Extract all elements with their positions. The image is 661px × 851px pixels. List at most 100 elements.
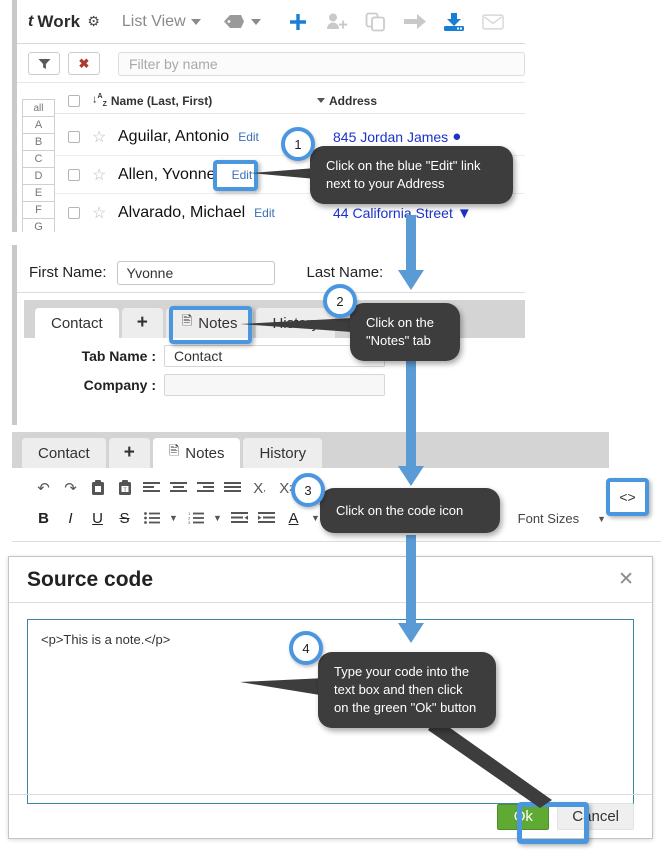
outdent-icon[interactable] xyxy=(226,506,253,530)
tab-history[interactable]: History xyxy=(243,438,323,468)
filter-toolbar: ✖ Filter by name xyxy=(17,45,525,83)
company-input[interactable] xyxy=(164,373,385,396)
map-pin-icon[interactable]: ● xyxy=(452,128,461,145)
code-icon: <> xyxy=(619,489,636,505)
editor-toolbar-row-2: B I U S ▼ 123 ▼ A ▼ xyxy=(30,506,324,530)
caret-down-icon[interactable]: ▼ xyxy=(165,506,182,530)
app-header: t Work ⚙ List View xyxy=(17,0,525,44)
row-checkbox[interactable] xyxy=(55,168,92,181)
envelope-icon[interactable] xyxy=(481,11,504,33)
alpha-letter-e[interactable]: E xyxy=(22,184,55,201)
subscript-icon[interactable]: X, xyxy=(246,476,273,500)
alpha-letter-all[interactable]: all xyxy=(22,99,55,116)
font-sizes-dropdown[interactable]: Font Sizes ▼ xyxy=(518,511,606,526)
italic-icon[interactable]: I xyxy=(57,506,84,530)
column-header-address-label: Address xyxy=(329,93,378,108)
first-name-input[interactable]: Yvonne xyxy=(116,260,275,285)
superscript-x: X xyxy=(279,479,290,497)
favorite-star-icon[interactable]: ☆ xyxy=(92,165,110,185)
callout-step-3: Click on the code icon xyxy=(320,488,500,533)
align-justify-icon[interactable] xyxy=(219,476,246,500)
flow-arrow-2 xyxy=(398,358,424,486)
alpha-letter-c[interactable]: C xyxy=(22,150,55,167)
select-all-checkbox[interactable] xyxy=(55,94,92,107)
gear-icon[interactable]: ⚙ xyxy=(87,13,100,30)
favorite-star-icon[interactable]: ☆ xyxy=(92,203,110,223)
callout-1-line1: Click on the blue "Edit" link xyxy=(326,158,481,173)
editor-toolbar-row-1: ↶ ↷ T X, X2 xyxy=(30,476,300,500)
tab-add-button[interactable]: + xyxy=(108,438,150,468)
filter-input[interactable]: Filter by name xyxy=(118,51,525,76)
paste-icon[interactable] xyxy=(84,476,111,500)
tab-notes-label: Notes xyxy=(185,444,225,462)
column-header-name[interactable]: ↓AZ Name (Last, First) xyxy=(92,93,317,108)
plus-icon[interactable] xyxy=(287,11,309,33)
row-address[interactable]: 44 California Street xyxy=(333,205,453,221)
alpha-letter-d[interactable]: D xyxy=(22,167,55,184)
add-user-icon[interactable] xyxy=(326,11,348,33)
tab-contact[interactable]: Contact xyxy=(22,438,106,468)
alpha-letter-a[interactable]: A xyxy=(22,116,55,133)
alpha-letter-f[interactable]: F xyxy=(22,201,55,218)
callout-step-4: Type your code into the text box and the… xyxy=(318,652,496,728)
first-name-label: First Name: xyxy=(29,264,107,281)
code-icon-highlight[interactable]: <> xyxy=(606,478,649,516)
alpha-letter-g[interactable]: G xyxy=(22,218,55,232)
tab-add-button[interactable]: + xyxy=(121,308,163,338)
column-header-address[interactable]: Address xyxy=(317,94,377,108)
tab-notes[interactable]: 🖹 Notes xyxy=(152,438,241,468)
row-checkbox[interactable] xyxy=(55,207,92,219)
header-action-icons xyxy=(287,11,504,33)
last-name-label: Last Name: xyxy=(306,264,384,281)
list-view-label: List View xyxy=(121,12,186,30)
svg-text:3: 3 xyxy=(188,520,191,525)
paste-text-icon[interactable]: T xyxy=(111,476,138,500)
alphabet-rail: all A B C D E F G xyxy=(22,99,55,232)
editor-tabstrip: Contact + 🖹 Notes History xyxy=(12,432,609,468)
close-icon[interactable]: ✕ xyxy=(618,568,634,591)
underline-icon[interactable]: U xyxy=(84,506,111,530)
align-right-icon[interactable] xyxy=(192,476,219,500)
checkbox-box xyxy=(67,94,80,107)
alpha-letter-b[interactable]: B xyxy=(22,133,55,150)
callout-2-line1: Click on the xyxy=(366,315,434,330)
indent-icon[interactable] xyxy=(253,506,280,530)
tag-icon xyxy=(223,15,244,28)
bold-icon[interactable]: B xyxy=(30,506,57,530)
step-badge-2: 2 xyxy=(323,284,357,318)
row-name: Aguilar, Antonio xyxy=(118,127,230,145)
checkbox-box xyxy=(67,130,80,143)
callout-4-line1: Type your code into the xyxy=(334,664,470,679)
row-edit-link[interactable]: Edit xyxy=(254,206,275,220)
funnel-icon[interactable] xyxy=(28,52,60,75)
list-view-dropdown[interactable]: List View xyxy=(122,13,201,31)
tab-contact[interactable]: Contact xyxy=(35,308,119,338)
strikethrough-icon[interactable]: S xyxy=(111,506,138,530)
caret-down-icon[interactable]: ▼ xyxy=(209,506,226,530)
numbered-list-icon[interactable]: 123 xyxy=(182,506,209,530)
step-badge-1: 1 xyxy=(281,127,315,161)
align-left-icon[interactable] xyxy=(138,476,165,500)
favorite-star-icon[interactable]: ☆ xyxy=(92,127,110,147)
text-color-icon[interactable]: A xyxy=(280,506,307,530)
align-center-icon[interactable] xyxy=(165,476,192,500)
flow-arrow-1 xyxy=(398,215,424,290)
clear-filter-button[interactable]: ✖ xyxy=(68,52,100,75)
map-pin-icon[interactable]: ▼ xyxy=(457,205,472,222)
tag-dropdown[interactable] xyxy=(223,14,261,29)
sort-az-icon: ↓AZ xyxy=(92,93,107,108)
download-icon[interactable] xyxy=(443,11,465,33)
callout-step-1: Click on the blue "Edit" link next to yo… xyxy=(310,146,513,204)
row-checkbox[interactable] xyxy=(55,130,92,143)
caret-down-icon xyxy=(317,98,325,103)
duplicate-icon[interactable] xyxy=(365,11,387,33)
row-name: Alvarado, Michael xyxy=(118,204,246,221)
row-edit-link[interactable]: Edit xyxy=(238,130,259,144)
row-address[interactable]: 845 Jordan James xyxy=(333,129,448,145)
redo-icon[interactable]: ↷ xyxy=(57,476,84,500)
arrow-right-icon[interactable] xyxy=(403,11,426,33)
chevron-down-icon xyxy=(250,18,261,25)
undo-icon[interactable]: ↶ xyxy=(30,476,57,500)
bullet-list-icon[interactable] xyxy=(138,506,165,530)
step-badge-3: 3 xyxy=(291,473,325,507)
